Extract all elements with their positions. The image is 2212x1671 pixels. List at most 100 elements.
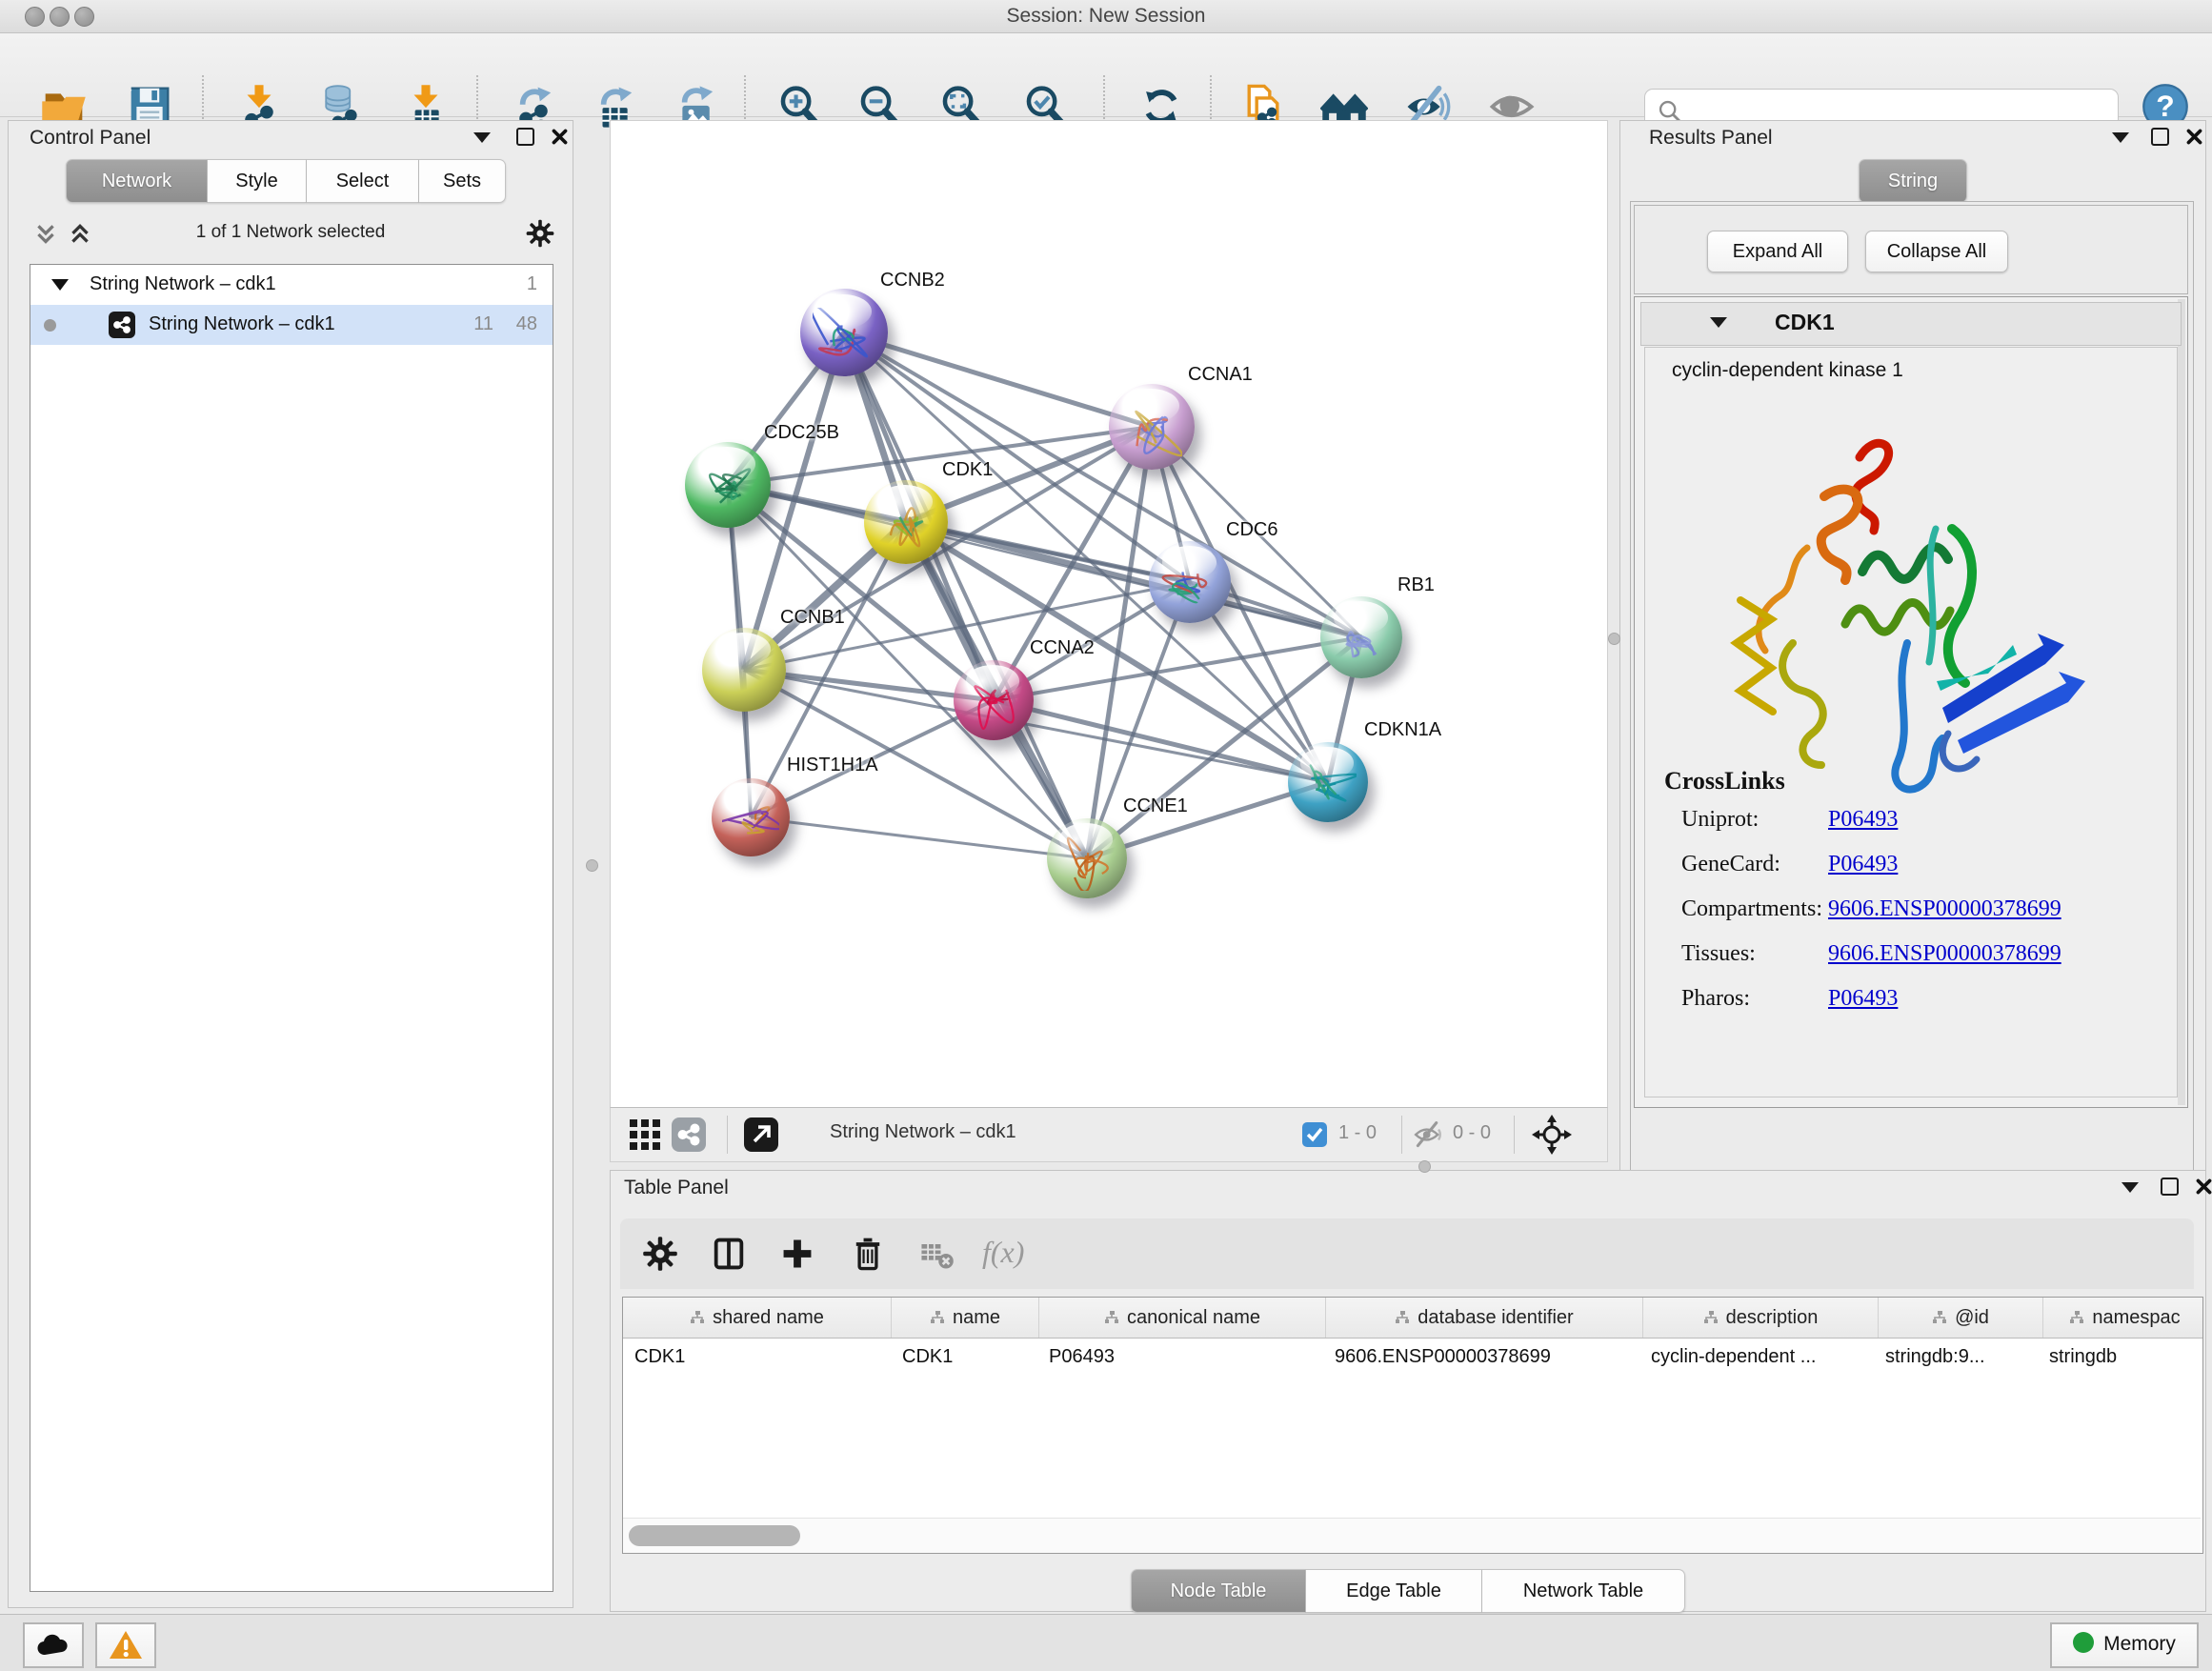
table-cell[interactable]: stringdb:9...: [1874, 1339, 2038, 1377]
crosslink-value-link[interactable]: P06493: [1828, 986, 1898, 1012]
panel-float-icon[interactable]: [2161, 1178, 2179, 1196]
tab-network-table[interactable]: Network Table: [1482, 1569, 1685, 1613]
panel-menu-icon[interactable]: [2112, 132, 2129, 143]
grid-view-icon[interactable]: [628, 1117, 662, 1152]
network-row[interactable]: String Network – cdk1 11 48: [30, 305, 553, 345]
results-scrollbar[interactable]: [2178, 299, 2185, 1105]
column-attribute-icon: [1395, 1310, 1410, 1325]
left-splitter-handle[interactable]: [586, 859, 598, 872]
column-header--id[interactable]: @id: [1879, 1298, 2043, 1338]
table-row[interactable]: CDK1CDK1P064939606.ENSP00000378699cyclin…: [623, 1339, 2202, 1377]
network-view-canvas[interactable]: CCNB2CCNA1CDC25BCDK1CDC6RB1CCNB1CCNA2CDK…: [610, 120, 1608, 1109]
tab-node-table[interactable]: Node Table: [1131, 1569, 1306, 1613]
node-table[interactable]: shared namenamecanonical namedatabase id…: [622, 1297, 2203, 1554]
selected-nodes-checkbox[interactable]: [1302, 1122, 1327, 1147]
tab-string[interactable]: String: [1859, 159, 1967, 203]
node-CCNA2[interactable]: [954, 660, 1034, 740]
table-cell[interactable]: cyclin-dependent ...: [1639, 1339, 1874, 1377]
edge-CCNB2-CCNE1[interactable]: [844, 332, 1087, 858]
node-label-CDC25B: CDC25B: [764, 422, 839, 444]
warning-status-button[interactable]: [95, 1622, 156, 1668]
tab-edge-table[interactable]: Edge Table: [1306, 1569, 1482, 1613]
add-column-icon[interactable]: [778, 1235, 816, 1273]
crosslink-value-link[interactable]: 9606.ENSP00000378699: [1828, 941, 2061, 967]
scrollbar-thumb[interactable]: [629, 1525, 800, 1546]
function-builder-icon[interactable]: f(x): [982, 1235, 1049, 1273]
column-attribute-icon: [2069, 1310, 2084, 1325]
results-scroll-area: CDK1 cyclin-dependent kinase 1: [1634, 296, 2188, 1108]
table-cell[interactable]: 9606.ENSP00000378699: [1323, 1339, 1639, 1377]
network-view-title: String Network – cdk1: [830, 1121, 1016, 1143]
delete-column-icon[interactable]: [849, 1235, 887, 1273]
memory-button[interactable]: Memory: [2050, 1622, 2199, 1668]
table-cell[interactable]: stringdb: [2038, 1339, 2201, 1377]
pan-mode-icon[interactable]: [1531, 1114, 1573, 1156]
tab-sets[interactable]: Sets: [419, 159, 506, 203]
node-CDKN1A[interactable]: [1288, 742, 1368, 822]
collapse-all-button[interactable]: Collapse All: [1865, 231, 2008, 272]
node-CDK1[interactable]: [864, 480, 948, 564]
table-options-gear-icon[interactable]: [641, 1235, 679, 1273]
crosslink-value-link[interactable]: P06493: [1828, 852, 1898, 877]
network-collection-row[interactable]: String Network – cdk1 1: [30, 265, 553, 305]
cloud-status-button[interactable]: [23, 1622, 84, 1668]
panel-float-icon[interactable]: [516, 128, 534, 146]
edge-CCNB2-CCNA1[interactable]: [844, 332, 1152, 427]
panel-menu-icon[interactable]: [473, 132, 491, 143]
tab-style[interactable]: Style: [208, 159, 307, 203]
table-panel: Table Panel f(x) shared namenamecanonica…: [610, 1170, 2206, 1612]
tab-network[interactable]: Network: [66, 159, 208, 203]
column-attribute-icon: [1703, 1310, 1719, 1325]
column-attribute-icon: [1104, 1310, 1119, 1325]
node-CCNB2[interactable]: [800, 289, 888, 376]
panel-float-icon[interactable]: [2151, 128, 2169, 146]
node-CCNB1[interactable]: [702, 628, 786, 712]
node-RB1[interactable]: [1320, 596, 1402, 678]
table-cell[interactable]: CDK1: [623, 1339, 891, 1377]
column-header-description[interactable]: description: [1643, 1298, 1879, 1338]
protein-card-expander-icon[interactable]: [1710, 317, 1727, 328]
delete-table-icon[interactable]: [917, 1235, 955, 1273]
node-CCNE1[interactable]: [1047, 818, 1127, 898]
expand-all-button[interactable]: Expand All: [1707, 231, 1848, 272]
collection-expander-icon[interactable]: [51, 279, 69, 291]
panel-close-icon[interactable]: [552, 129, 568, 145]
status-bar: Memory: [0, 1614, 2212, 1671]
show-columns-icon[interactable]: [710, 1235, 748, 1273]
edge-HIST1H1A-CCNE1[interactable]: [751, 817, 1087, 858]
network-view-icon[interactable]: [672, 1117, 706, 1152]
column-header-name[interactable]: name: [892, 1298, 1039, 1338]
column-header-canonical-name[interactable]: canonical name: [1039, 1298, 1326, 1338]
node-CDC6[interactable]: [1149, 541, 1231, 623]
panel-close-icon[interactable]: [2196, 1178, 2212, 1195]
bottom-splitter-handle[interactable]: [1418, 1160, 1431, 1173]
results-buttons-bar: Expand All Collapse All: [1634, 205, 2188, 294]
tab-select[interactable]: Select: [307, 159, 419, 203]
hidden-elements-icon[interactable]: [1413, 1121, 1445, 1148]
node-gloss-highlight: [1334, 601, 1388, 634]
panel-close-icon[interactable]: [2186, 129, 2202, 145]
table-horizontal-scrollbar[interactable]: [623, 1518, 2201, 1553]
network-selection-toolbar: 1 of 1 Network selected: [22, 212, 559, 254]
node-CDC25B[interactable]: [685, 442, 771, 528]
protein-card-header[interactable]: CDK1: [1640, 302, 2182, 346]
network-tree: String Network – cdk1 1 String Network –…: [30, 264, 553, 1592]
column-header-database-identifier[interactable]: database identifier: [1326, 1298, 1643, 1338]
crosslink-value-link[interactable]: P06493: [1828, 807, 1898, 833]
column-header-namespac[interactable]: namespac: [2043, 1298, 2203, 1338]
right-splitter-handle[interactable]: [1608, 633, 1620, 645]
network-options-gear-icon[interactable]: [525, 218, 555, 249]
crosslink-label: Pharos:: [1681, 986, 1750, 1012]
node-CCNA1[interactable]: [1109, 384, 1195, 470]
node-gloss-highlight: [698, 447, 754, 481]
table-cell[interactable]: P06493: [1037, 1339, 1323, 1377]
protein-name: CDK1: [1775, 310, 1835, 335]
table-cell[interactable]: CDK1: [891, 1339, 1037, 1377]
panel-menu-icon[interactable]: [2122, 1182, 2139, 1193]
crosslink-value-link[interactable]: 9606.ENSP00000378699: [1828, 896, 2061, 922]
node-gloss-highlight: [966, 665, 1018, 697]
network-name: String Network – cdk1: [149, 313, 335, 335]
node-HIST1H1A[interactable]: [712, 778, 790, 856]
column-header-shared-name[interactable]: shared name: [623, 1298, 892, 1338]
birds-eye-view-icon[interactable]: [744, 1117, 778, 1152]
